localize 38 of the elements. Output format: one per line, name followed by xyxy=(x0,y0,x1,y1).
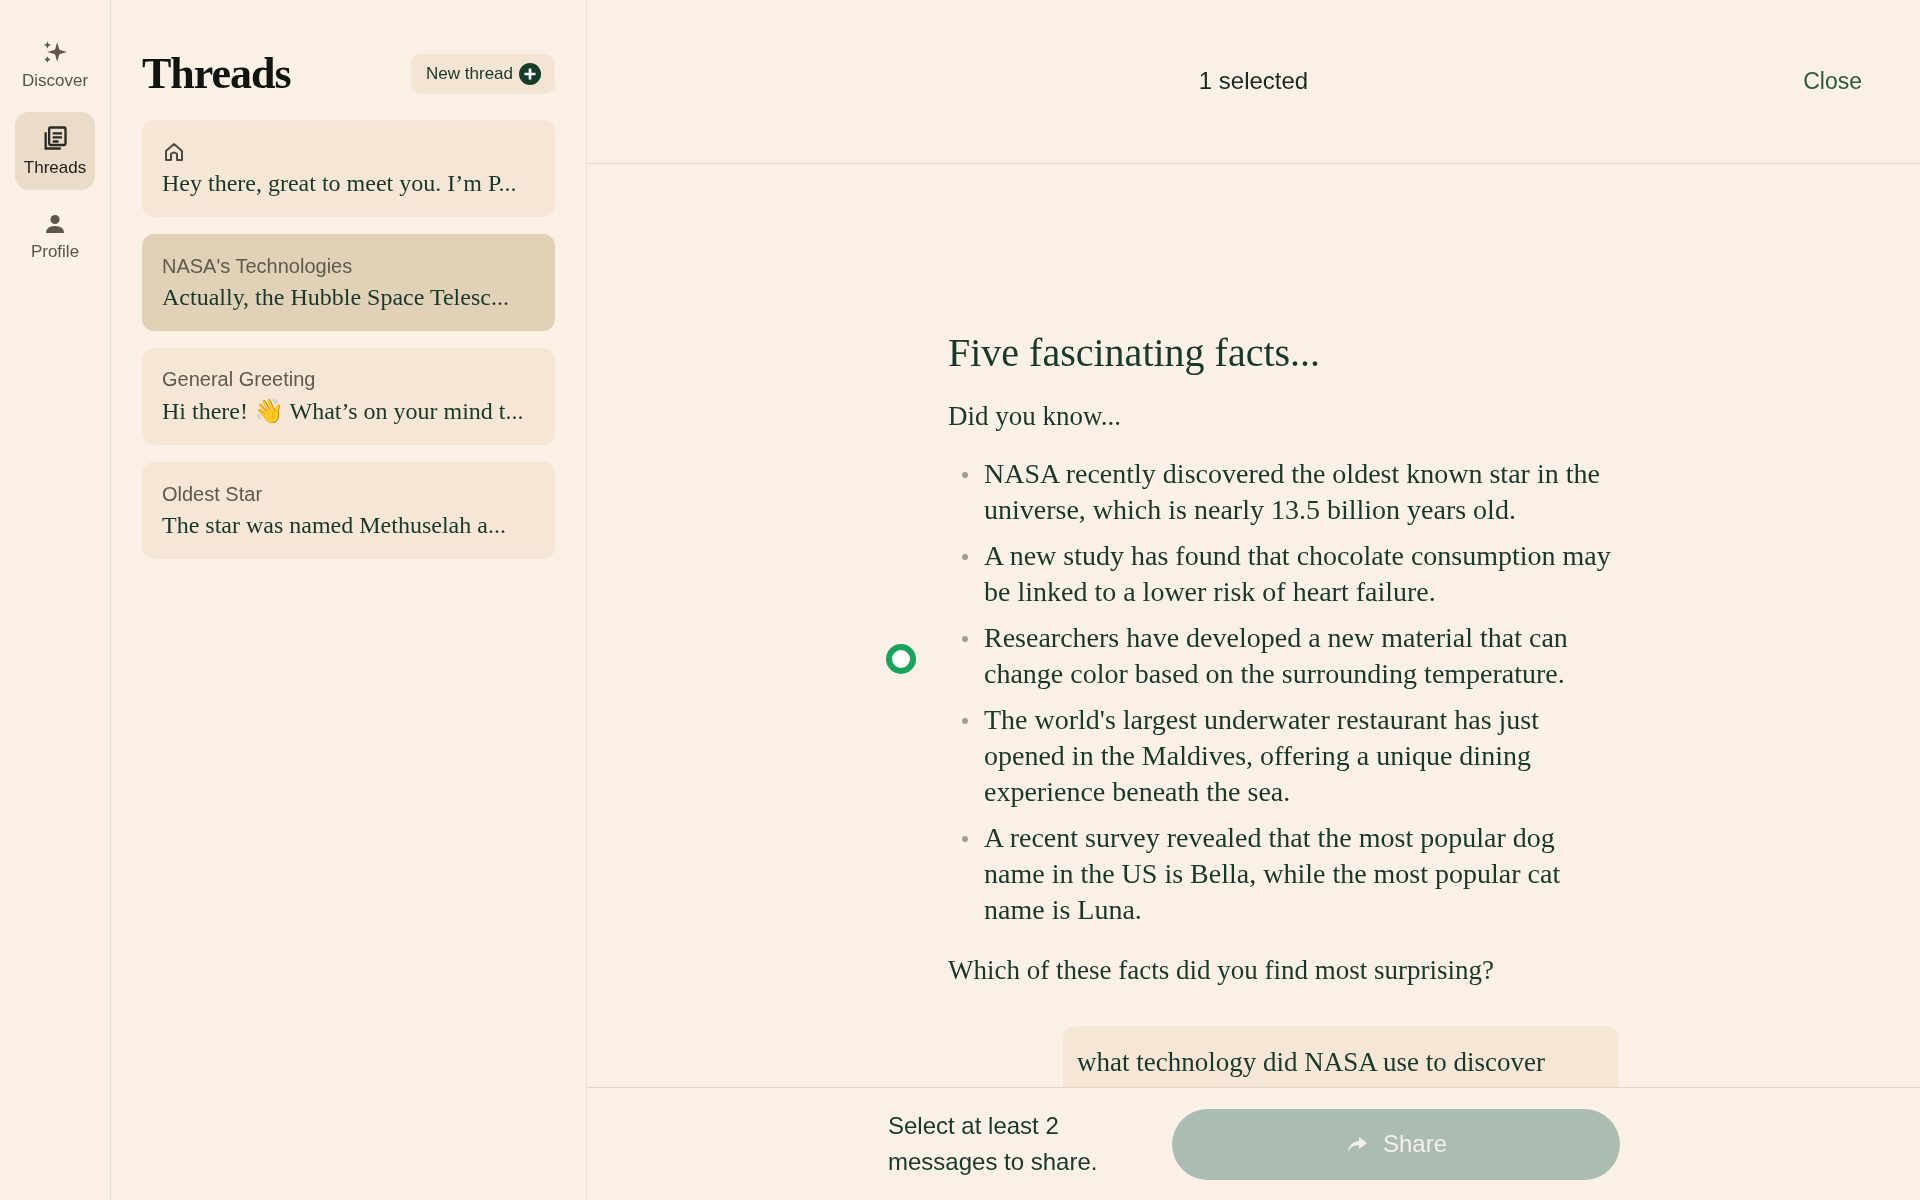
bullet-item: A recent survey revealed that the most popular dog name in the US is Bella, while the most popular cat name is Luna. xyxy=(984,821,1562,927)
bullet-dot xyxy=(962,836,968,842)
message-text: Did you know... xyxy=(948,400,1122,433)
thread-title: Oldest Star xyxy=(162,482,264,506)
selection-count: 1 selected xyxy=(1198,66,1309,95)
thread-card[interactable]: NASA's Technologies Actually, the Hubble Space Telesc... xyxy=(142,234,555,331)
rail-item[interactable]: Threads xyxy=(15,112,95,190)
rail-item[interactable]: Profile xyxy=(15,198,95,276)
thread-preview: Actually, the Hubble Space Telesc... xyxy=(162,283,510,311)
thread-card[interactable]: Hey there, great to meet you. I’m P... xyxy=(142,120,555,217)
bullet-dot xyxy=(962,636,968,642)
message-text: Which of these facts did you find most surprising? xyxy=(948,954,1495,987)
thread-card[interactable]: General Greeting Hi there! 👋 What’s on your mind t... xyxy=(142,348,555,445)
thread-title: NASA's Technologies xyxy=(162,254,354,278)
bullet-item: A new study has found that chocolate consumption may be linked to a lower risk of heart failure. xyxy=(984,539,1612,609)
select-radio[interactable] xyxy=(886,643,916,674)
bullet-item: NASA recently discovered the oldest known star in the universe, which is nearly 13.5 billion years old. xyxy=(984,457,1601,527)
bullet-dot xyxy=(962,718,968,724)
thread-title: General Greeting xyxy=(162,368,317,391)
bullet-dot xyxy=(962,554,968,560)
thread-card[interactable]: Oldest Star The star was named Methuselah a... xyxy=(142,462,555,559)
panel-title: Threads xyxy=(142,48,291,99)
bullet-item: Researchers have developed a new material that can change color based on the surrounding temperature. xyxy=(984,621,1569,691)
close-link[interactable]: Close xyxy=(1803,68,1862,95)
rail-item[interactable]: Discover xyxy=(15,26,95,104)
new-thread-button[interactable]: New thread xyxy=(411,53,555,94)
user-message: what technology did NASA use to discover xyxy=(1063,1026,1618,1087)
plus-icon xyxy=(519,62,541,85)
thread-preview: Hey there, great to meet you. I’m P... xyxy=(162,170,518,197)
home-icon xyxy=(162,140,186,164)
bullet-item: The world's largest underwater restaurant has just opened in the Maldives, offering a unique dining experience beneath the sea. xyxy=(984,703,1541,809)
sparkle-icon xyxy=(42,39,68,65)
thread-preview: Hi there! 👋 What’s on your mind t... xyxy=(162,397,525,425)
share-hint: Select at least 2 messages to share. xyxy=(888,1111,1099,1177)
bullet-dot xyxy=(962,472,968,478)
message-heading: Five fascinating facts... xyxy=(948,329,1322,376)
person-icon xyxy=(43,212,67,236)
thread-preview: The star was named Methuselah a... xyxy=(162,511,507,539)
